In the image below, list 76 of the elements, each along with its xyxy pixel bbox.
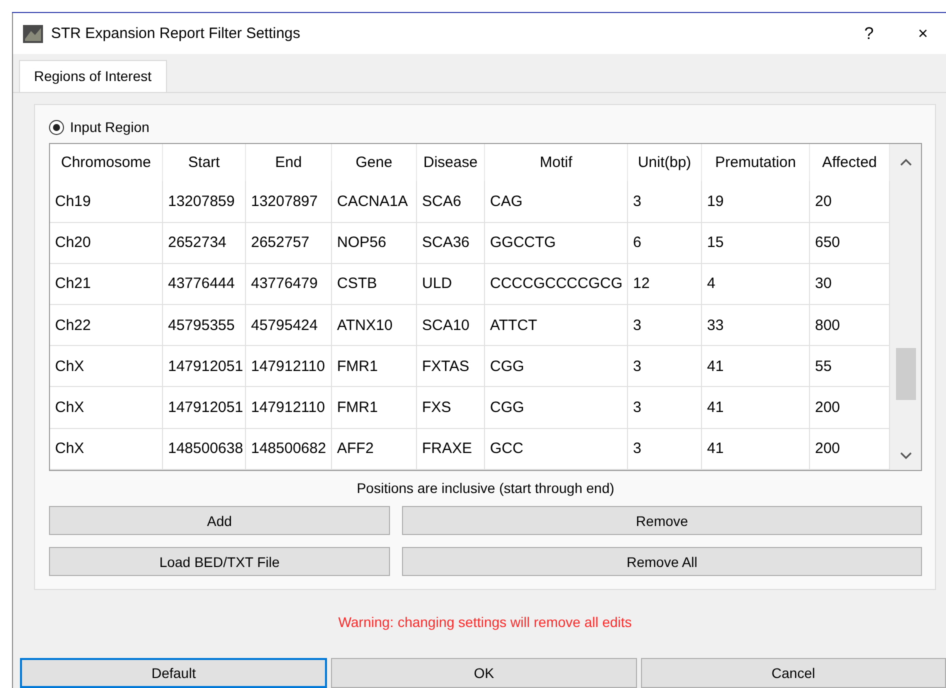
table-cell: 147912110 <box>246 346 332 388</box>
warning-text: Warning: changing settings will remove all edits <box>337 614 633 630</box>
table-cell: Ch22 <box>50 305 163 346</box>
table-cell: 43776479 <box>246 264 332 306</box>
table-cell: ULD <box>417 264 485 306</box>
table-cell: ATTCT <box>485 305 628 346</box>
table-cell: SCA6 <box>417 181 485 223</box>
scroll-up-icon[interactable] <box>900 158 912 166</box>
action-button[interactable]: Load BED/TXT File <box>49 547 390 576</box>
action-button[interactable]: Add <box>49 506 390 535</box>
table-cell: FXS <box>417 387 485 429</box>
table-cell: Ch19 <box>50 181 163 223</box>
close-button[interactable]: × <box>900 18 946 50</box>
table-cell: SCA10 <box>417 305 485 346</box>
scroll-down-icon[interactable] <box>900 452 912 460</box>
table-cell: GGCCTG <box>485 222 628 264</box>
scrollbar[interactable] <box>890 144 921 470</box>
table-cell: 33 <box>702 305 810 346</box>
table-cell: 41 <box>702 428 810 470</box>
dialog-button[interactable]: OK <box>331 658 637 688</box>
table-cell: CAG <box>485 181 628 223</box>
table-cell: 41 <box>702 387 810 429</box>
window-title: STR Expansion Report Filter Settings <box>51 25 302 42</box>
table-cell: 3 <box>628 181 702 223</box>
table-cell: 12 <box>628 264 702 306</box>
table-cell: FRAXE <box>417 428 485 470</box>
dialog-button[interactable]: Cancel <box>640 658 946 688</box>
table-cell: 41 <box>702 346 810 388</box>
table-cell: 3 <box>628 387 702 429</box>
action-button[interactable]: Remove <box>402 506 922 535</box>
help-button[interactable]: ? <box>846 18 892 50</box>
table-cell: 19 <box>702 181 810 223</box>
table-cell: 148500682 <box>246 428 332 470</box>
table-cell: ATNX10 <box>332 305 417 346</box>
radio-button[interactable] <box>49 120 64 134</box>
table-cell: SCA36 <box>417 222 485 264</box>
table-cell: 4 <box>702 264 810 306</box>
table-cell: AFF2 <box>332 428 417 470</box>
table-cell: CACNA1A <box>332 181 417 223</box>
table-cell: 3 <box>628 305 702 346</box>
table-cell: NOP56 <box>332 222 417 264</box>
app-icon <box>23 24 43 42</box>
table-cell: 43776444 <box>163 264 246 306</box>
action-button[interactable]: Remove All <box>402 547 922 576</box>
table-cell: 147912110 <box>246 387 332 429</box>
caption: Positions are inclusive (start through end) <box>356 480 616 496</box>
table-cell: 2652757 <box>246 222 332 264</box>
tab[interactable]: Regions of Interest <box>19 60 167 92</box>
table-cell: 45795424 <box>246 305 332 346</box>
table-cell: CGG <box>485 387 628 429</box>
table-cell: 2652734 <box>163 222 246 264</box>
table-cell: 147912051 <box>163 346 246 388</box>
table-cell: CGG <box>485 346 628 388</box>
table-cell: CSTB <box>332 264 417 306</box>
table-cell: GCC <box>485 428 628 470</box>
table-cell: ChX <box>50 428 163 470</box>
table-cell: Ch20 <box>50 222 163 264</box>
table-cell: 3 <box>628 346 702 388</box>
table-cell: FXTAS <box>417 346 485 388</box>
table-cell: FMR1 <box>332 387 417 429</box>
table-cell: 3 <box>628 428 702 470</box>
table-cell: ChX <box>50 346 163 388</box>
table-cell: 15 <box>702 222 810 264</box>
table-cell: ChX <box>50 387 163 429</box>
table-cell: 147912051 <box>163 387 246 429</box>
table-cell: 6 <box>628 222 702 264</box>
table-cell: CCCCGCCCCGCG <box>485 264 628 306</box>
table-cell: 148500638 <box>163 428 246 470</box>
scroll-thumb[interactable] <box>896 348 916 400</box>
dialog-button[interactable]: Default <box>20 658 328 688</box>
table-cell: Ch21 <box>50 264 163 306</box>
radio-label: Input Region <box>70 119 150 135</box>
table-cell: FMR1 <box>332 346 417 388</box>
table-cell: 45795355 <box>163 305 246 346</box>
table-cell: 13207859 <box>163 181 246 223</box>
table-cell: 13207897 <box>246 181 332 223</box>
